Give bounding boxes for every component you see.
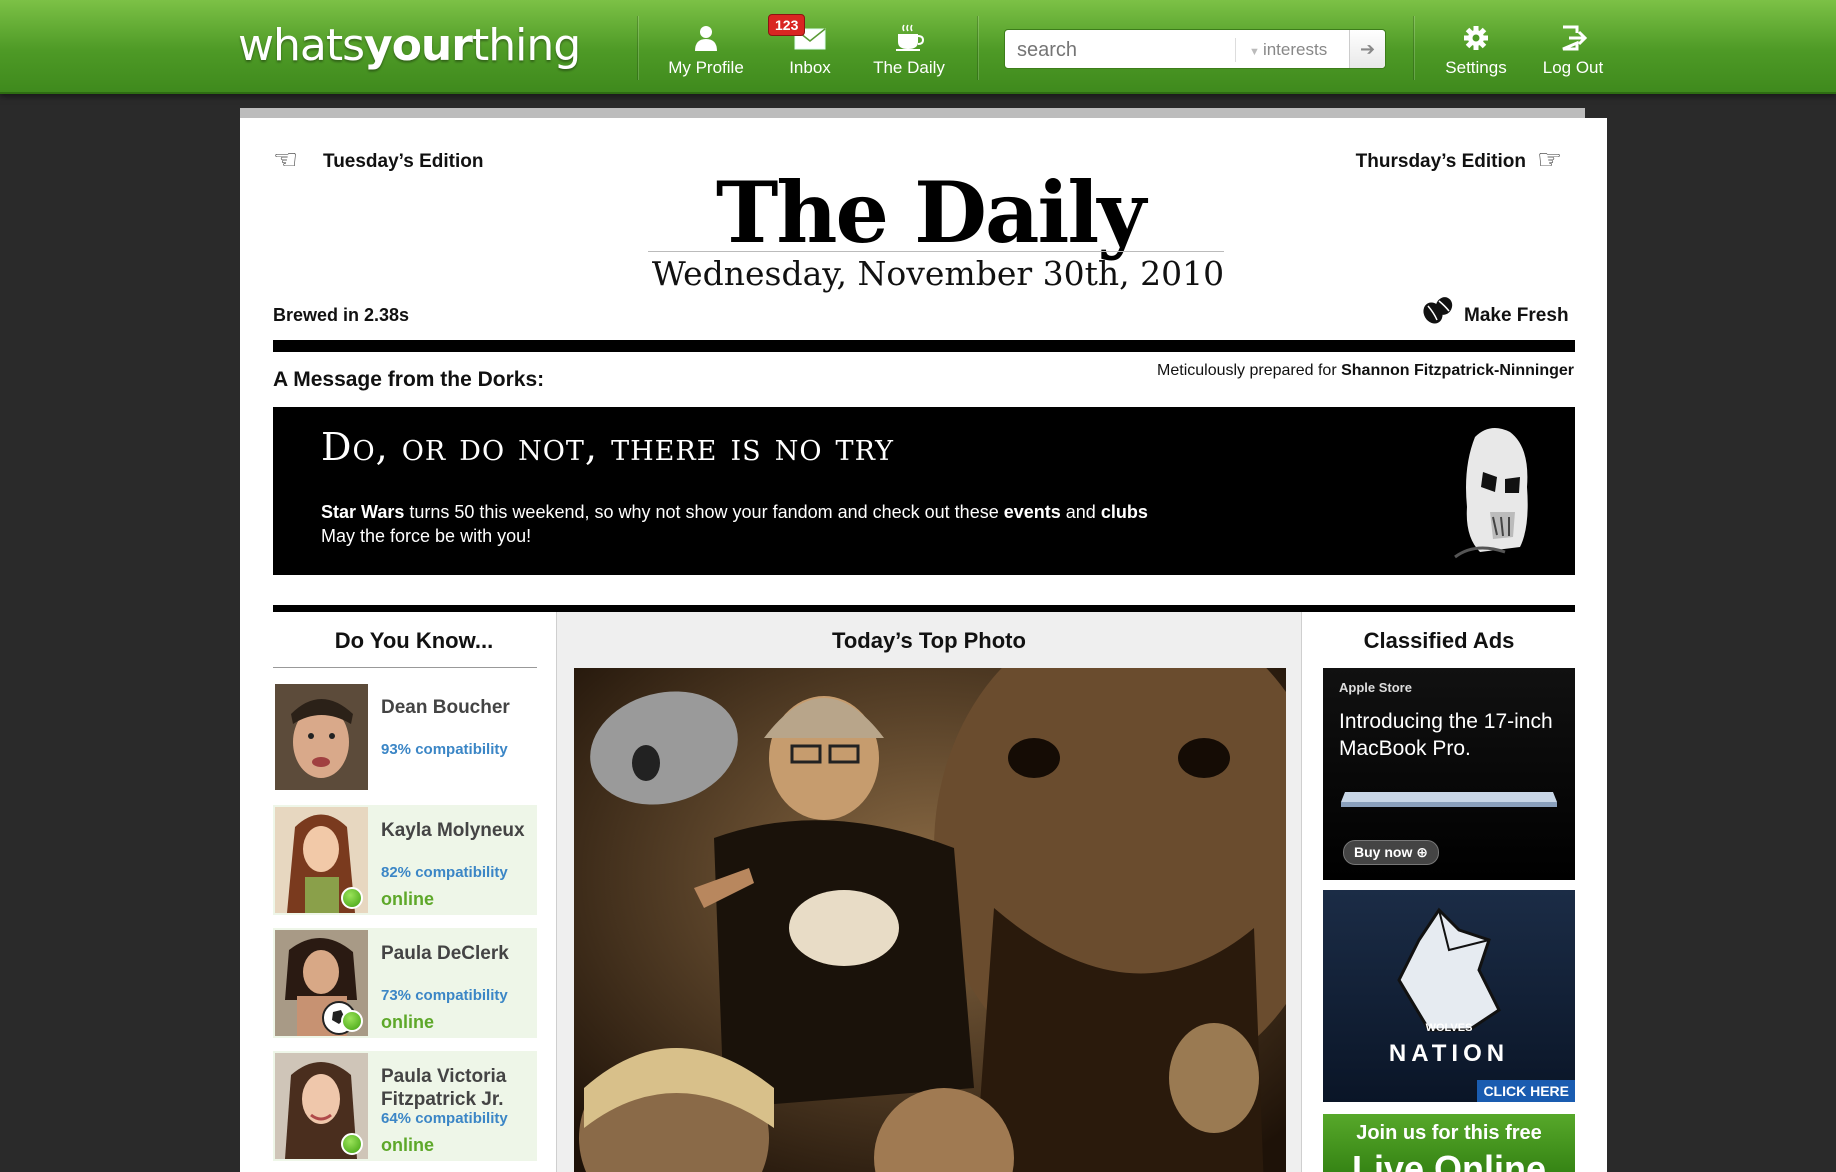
- section-rule: [273, 340, 1575, 352]
- site-logo[interactable]: whatsyourthing: [238, 20, 581, 71]
- inbox-count-badge[interactable]: 123: [768, 14, 806, 36]
- coffee-cup-icon: [896, 24, 924, 51]
- coffee-beans-icon: [1422, 296, 1454, 333]
- person-name[interactable]: Paula DeClerk: [381, 942, 531, 965]
- ad-big-text: Live Online: [1351, 1148, 1547, 1172]
- person-card[interactable]: Kayla Molyneux 82% compatibility online: [273, 805, 537, 915]
- logo-part-2: your: [364, 20, 473, 71]
- logo-part-3: thing: [471, 20, 581, 71]
- online-indicator: [341, 1133, 363, 1155]
- laptop-image: [1341, 792, 1557, 807]
- buy-now-button[interactable]: Buy now ⊕: [1343, 840, 1439, 865]
- banner-clubs-link[interactable]: clubs: [1101, 502, 1148, 522]
- ad-wolves[interactable]: WOLVES NATION CLICK HERE: [1323, 890, 1575, 1102]
- click-here-button[interactable]: CLICK HERE: [1477, 1080, 1575, 1102]
- avatar[interactable]: [275, 684, 368, 790]
- page-title: The Daily: [715, 163, 1146, 262]
- prepared-name: Shannon Fitzpatrick-Ninninger: [1341, 362, 1574, 379]
- pointing-hand-left-icon: ☜: [273, 144, 299, 175]
- nav-my-profile-label: My Profile: [668, 58, 744, 77]
- person-name[interactable]: Dean Boucher: [381, 696, 531, 719]
- nav-inbox-label: Inbox: [789, 58, 831, 77]
- arrow-right-icon: ➔: [1359, 39, 1376, 59]
- stormtrooper-helmet-image: [1454, 428, 1528, 559]
- caret-down-icon: ▼: [1249, 46, 1263, 58]
- ad-headline: NATION: [1388, 1040, 1510, 1067]
- search-submit-button[interactable]: ➔: [1349, 30, 1385, 68]
- person-name[interactable]: Kayla Molyneux: [381, 819, 531, 842]
- person-card[interactable]: Paula DeClerk 73% compatibility online: [273, 928, 537, 1038]
- brew-time: Brewed in 2.38s: [273, 305, 410, 325]
- edition-date: Wednesday, November 30th, 2010: [651, 254, 1225, 293]
- ad-headline: Join us for this free: [1356, 1122, 1542, 1144]
- search-scope-dropdown[interactable]: ▼ interests: [1249, 40, 1327, 60]
- message-heading: A Message from the Dorks:: [273, 368, 545, 391]
- banner-line-1: Star Wars turns 50 this weekend, so why …: [321, 502, 1148, 523]
- online-indicator: [341, 887, 363, 909]
- logout-icon: [1562, 25, 1587, 51]
- online-status: online: [381, 1135, 434, 1155]
- classified-ads-panel: Classified Ads Apple Store Introducing t…: [1303, 612, 1575, 1172]
- search-separator: [1235, 38, 1236, 62]
- ad-headline: Introducing the 17-inch MacBook Pro.: [1339, 710, 1553, 760]
- search-input[interactable]: [1017, 37, 1237, 63]
- make-fresh-button[interactable]: Make Fresh: [1464, 305, 1569, 327]
- online-indicator: [341, 1010, 363, 1032]
- nav-settings[interactable]: Settings: [1440, 24, 1512, 78]
- prepared-prefix: Meticulously prepared for: [1157, 362, 1337, 379]
- do-you-know-panel: Do You Know... Dean Boucher 93% compatib…: [273, 612, 555, 1172]
- ad-brand-label: Apple Store: [1339, 680, 1412, 695]
- ad-macbook[interactable]: Apple Store Introducing the 17-inch MacB…: [1323, 668, 1575, 880]
- search-box: ▼ interests ➔: [1004, 29, 1386, 69]
- gear-icon: [1464, 26, 1488, 50]
- banner-text: turns 50 this weekend, so why not show y…: [404, 502, 1004, 522]
- banner-line-2: May the force be with you!: [321, 526, 532, 546]
- ad-live-online[interactable]: Join us for this free Live Online: [1323, 1114, 1575, 1172]
- search-scope-label: interests: [1262, 40, 1328, 59]
- compatibility-score: 64% compatibility: [381, 1110, 508, 1127]
- top-photo-panel: Today’s Top Photo: [556, 612, 1302, 1172]
- top-nav-bar: whatsyourthing My Profile Inbox 123 The …: [0, 0, 1836, 94]
- nav-log-out[interactable]: Log Out: [1538, 24, 1608, 78]
- masthead-rule: [648, 251, 1224, 252]
- person-card[interactable]: Paula Victoria Fitzpatrick Jr. 64% compa…: [273, 1051, 537, 1161]
- buy-now-label: Buy now: [1354, 844, 1413, 860]
- next-edition-link[interactable]: Thursday’s Edition: [1356, 151, 1526, 173]
- banner-and: and: [1060, 502, 1101, 522]
- section-rule: [273, 605, 1575, 612]
- message-banner: Do, or do not, there is no try Star Wars…: [273, 407, 1575, 575]
- banner-starwars: Star Wars: [321, 502, 405, 522]
- heading-rule: [273, 667, 537, 668]
- nav-log-out-label: Log Out: [1542, 58, 1604, 77]
- wolf-logo-image: [1397, 907, 1501, 1032]
- ad-brand: Apple Store: [1339, 680, 1412, 695]
- compatibility-score: 82% compatibility: [381, 864, 508, 881]
- banner-title: Do, or do not, there is no try: [321, 425, 894, 469]
- user-icon: [695, 26, 717, 51]
- compatibility-score: 73% compatibility: [381, 987, 508, 1004]
- prepared-for: Meticulously prepared for Shannon Fitzpa…: [1157, 362, 1574, 380]
- prev-edition-link[interactable]: Tuesday’s Edition: [323, 151, 483, 173]
- logo-part-1: whats: [238, 20, 365, 71]
- nav-the-daily[interactable]: The Daily: [872, 24, 946, 78]
- plus-circle-icon: ⊕: [1416, 844, 1428, 860]
- nav-divider: [977, 16, 978, 80]
- online-status: online: [381, 1012, 434, 1032]
- nav-divider: [1413, 16, 1414, 80]
- nav-the-daily-label: The Daily: [873, 58, 945, 77]
- top-photo-heading: Today’s Top Photo: [832, 628, 1026, 653]
- person-name[interactable]: Paula Victoria Fitzpatrick Jr.: [381, 1065, 531, 1111]
- top-photo-image[interactable]: [574, 668, 1286, 1172]
- nav-divider: [637, 16, 638, 80]
- nav-my-profile[interactable]: My Profile: [666, 24, 746, 78]
- do-you-know-heading: Do You Know...: [334, 628, 494, 653]
- banner-events-link[interactable]: events: [1004, 502, 1061, 522]
- person-card[interactable]: Dean Boucher 93% compatibility: [273, 682, 537, 792]
- compatibility-score: 93% compatibility: [381, 741, 508, 758]
- pointing-hand-right-icon: ☞: [1537, 144, 1563, 175]
- nav-settings-label: Settings: [1445, 58, 1507, 77]
- classified-ads-heading: Classified Ads: [1363, 628, 1515, 653]
- online-status: online: [381, 889, 434, 909]
- ad-sub-label: WOLVES: [1425, 1022, 1473, 1034]
